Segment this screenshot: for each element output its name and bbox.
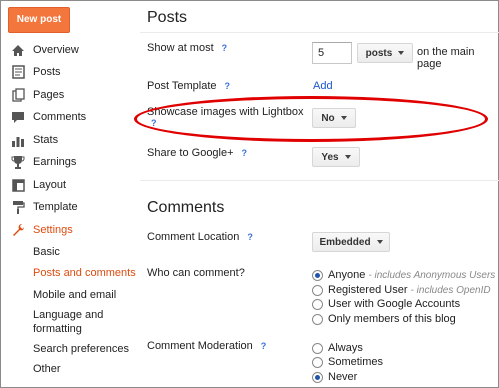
who-option-members[interactable]: Only members of this blog bbox=[312, 312, 456, 326]
new-post-button[interactable]: New post bbox=[8, 7, 70, 33]
sidebar-item-posts[interactable]: Posts bbox=[10, 63, 61, 81]
moderation-option-never[interactable]: Never bbox=[312, 370, 357, 384]
show-at-most-suffix: on the main page bbox=[417, 46, 475, 70]
who-can-comment-label: Who can comment? bbox=[147, 267, 245, 279]
radio-selected[interactable] bbox=[312, 371, 323, 383]
paint-roller-icon bbox=[10, 199, 26, 215]
pages-icon bbox=[10, 87, 26, 103]
radio[interactable] bbox=[312, 298, 323, 310]
radio-selected[interactable] bbox=[312, 269, 323, 281]
sidebar-item-label: Posts bbox=[33, 66, 61, 78]
show-at-most-label: Show at most? bbox=[147, 42, 228, 54]
sidebar-subitem-basic[interactable]: Basic bbox=[33, 245, 60, 259]
help-icon[interactable]: ? bbox=[225, 81, 231, 91]
comment-location-dropdown[interactable]: Embedded bbox=[312, 232, 390, 252]
sidebar-item-comments[interactable]: Comments bbox=[10, 108, 86, 126]
help-icon[interactable]: ? bbox=[242, 148, 248, 158]
posts-unit-value: posts bbox=[365, 47, 393, 59]
sidebar-item-label: Pages bbox=[33, 89, 65, 101]
help-icon[interactable]: ? bbox=[261, 341, 267, 351]
radio[interactable] bbox=[312, 342, 323, 354]
chevron-down-icon bbox=[344, 155, 351, 159]
help-icon[interactable]: ? bbox=[222, 43, 228, 53]
who-option-google[interactable]: User with Google Accounts bbox=[312, 297, 460, 311]
sidebar-item-label: Template bbox=[33, 201, 78, 213]
post-template-label: Post Template? bbox=[147, 80, 231, 92]
sidebar-item-label: Earnings bbox=[33, 156, 77, 168]
sidebar-item-template[interactable]: Template bbox=[10, 198, 78, 216]
posts-icon bbox=[10, 64, 26, 80]
divider bbox=[140, 32, 499, 33]
sidebar-item-label: Overview bbox=[33, 44, 79, 56]
sidebar-subitem-mobile-and-email[interactable]: Mobile and email bbox=[33, 288, 116, 302]
comment-moderation-label: Comment Moderation? bbox=[147, 340, 267, 352]
radio[interactable] bbox=[312, 356, 323, 368]
stats-icon bbox=[10, 132, 26, 148]
help-icon[interactable]: ? bbox=[247, 232, 253, 242]
sidebar-item-label: Stats bbox=[33, 134, 59, 146]
who-option-anyone[interactable]: Anyone - includes Anonymous Users bbox=[312, 268, 495, 282]
layout-icon bbox=[10, 177, 26, 193]
radio[interactable] bbox=[312, 284, 323, 296]
comments-heading: Comments bbox=[147, 199, 225, 216]
sidebar-item-earnings[interactable]: Earnings bbox=[10, 153, 76, 171]
divider bbox=[140, 180, 499, 181]
sidebar-subitem-search-preferences[interactable]: Search preferences bbox=[33, 342, 129, 356]
posts-heading: Posts bbox=[147, 9, 188, 26]
sidebar-item-pages[interactable]: Pages bbox=[10, 86, 64, 104]
wrench-icon bbox=[10, 222, 26, 238]
sidebar-item-overview[interactable]: Overview bbox=[10, 41, 79, 59]
comments-icon bbox=[10, 109, 26, 125]
sidebar-item-stats[interactable]: Stats bbox=[10, 131, 58, 149]
sidebar-item-settings[interactable]: Settings bbox=[10, 221, 73, 239]
show-at-most-input[interactable]: 5 bbox=[312, 42, 352, 64]
sidebar-item-label: Comments bbox=[33, 111, 87, 123]
sidebar-subitem-posts-and-comments[interactable]: Posts and comments bbox=[33, 266, 136, 280]
moderation-option-always[interactable]: Always bbox=[312, 341, 363, 355]
trophy-icon bbox=[10, 154, 26, 170]
sidebar-item-label: Settings bbox=[33, 224, 73, 236]
sidebar-item-layout[interactable]: Layout bbox=[10, 176, 66, 194]
radio[interactable] bbox=[312, 313, 323, 325]
share-dropdown[interactable]: Yes bbox=[312, 147, 360, 167]
chevron-down-icon bbox=[398, 51, 405, 55]
sidebar-item-label: Layout bbox=[33, 179, 67, 191]
annotation-oval bbox=[134, 96, 488, 142]
share-value: Yes bbox=[321, 151, 339, 163]
who-option-registered[interactable]: Registered User - includes OpenID bbox=[312, 283, 491, 297]
posts-unit-dropdown[interactable]: posts bbox=[357, 43, 413, 63]
home-icon bbox=[10, 42, 26, 58]
comment-location-value: Embedded bbox=[319, 236, 371, 248]
chevron-down-icon bbox=[376, 240, 383, 244]
post-template-add-link[interactable]: Add bbox=[313, 80, 333, 92]
sidebar-subitem-language-and-formatting[interactable]: Language and formatting bbox=[33, 308, 123, 336]
share-label: Share to Google+? bbox=[147, 147, 248, 159]
moderation-option-sometimes[interactable]: Sometimes bbox=[312, 355, 383, 369]
comment-location-label: Comment Location? bbox=[147, 231, 253, 243]
sidebar-subitem-other[interactable]: Other bbox=[33, 362, 61, 376]
